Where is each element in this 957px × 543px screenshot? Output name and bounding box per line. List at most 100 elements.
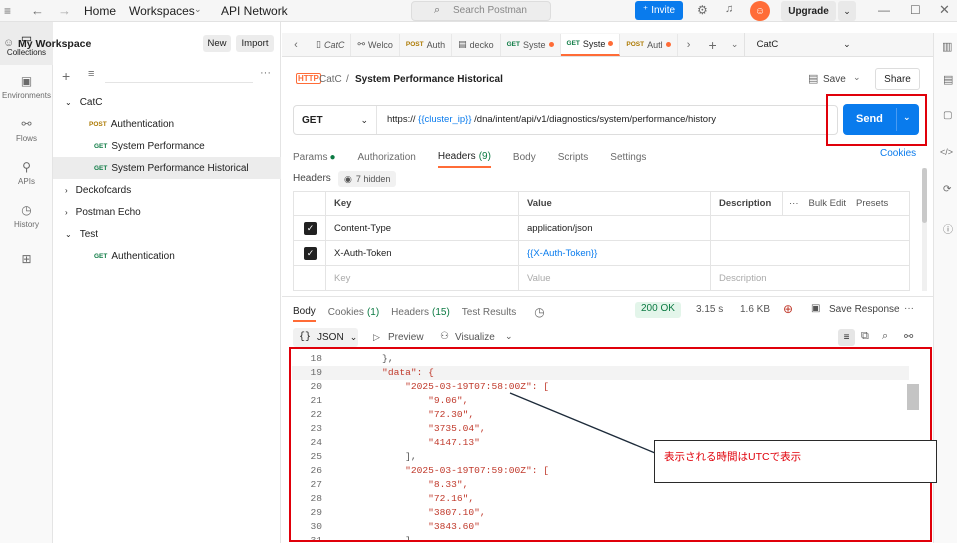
settings-gear-icon[interactable]: ⚙ — [697, 3, 708, 17]
tabs-scroll-right-icon[interactable]: › — [678, 39, 700, 51]
comments-icon[interactable]: ▢ — [943, 110, 952, 121]
tabs-scroll-left-icon[interactable]: ‹ — [282, 39, 310, 51]
tree-collection-test[interactable]: ⌄ Test — [53, 223, 281, 245]
forward-arrow-icon[interactable]: → — [58, 3, 71, 18]
save-chevron-icon[interactable]: ⌄ — [853, 72, 861, 83]
new-tab-icon[interactable]: + — [700, 37, 726, 53]
rail-apis[interactable]: ⚲ APIs — [0, 151, 53, 194]
row-enabled-checkbox[interactable]: ✓ — [304, 221, 317, 235]
upgrade-chevron-icon[interactable]: ⌄ — [838, 1, 856, 21]
rail-flows[interactable]: ⚯ Flows — [0, 108, 53, 151]
network-globe-icon[interactable]: ⊕ — [783, 302, 793, 316]
environment-select[interactable]: CatC ⌄ — [743, 32, 859, 57]
share-button[interactable]: Share — [875, 68, 920, 90]
tab-system-1[interactable]: GET Syste — [501, 33, 561, 56]
new-key-input[interactable]: Key — [326, 266, 519, 290]
tab-system-active[interactable]: GET Syste — [560, 33, 621, 56]
tab-catc[interactable]: ▯ CatC — [310, 33, 352, 56]
home-link[interactable]: Home — [84, 4, 116, 18]
menu-icon[interactable]: ≡ — [4, 4, 11, 18]
search-input[interactable]: ⌕ Search Postman — [411, 1, 551, 21]
tab-params[interactable]: Params ● — [293, 149, 336, 165]
history-icon[interactable]: ◷ — [534, 304, 544, 320]
link-icon[interactable]: ⚯ — [904, 330, 913, 343]
response-tab-tests[interactable]: Test Results — [462, 304, 516, 320]
header-key-cell[interactable]: X-Auth-Token — [326, 241, 519, 265]
tab-settings[interactable]: Settings — [610, 149, 646, 165]
row-enabled-checkbox[interactable]: ✓ — [304, 246, 317, 260]
tree-collection-postman-echo[interactable]: › Postman Echo — [53, 201, 281, 223]
tab-headers[interactable]: Headers (9) — [437, 146, 491, 168]
more-options-icon[interactable]: ··· — [904, 303, 914, 314]
visualize-chevron-icon[interactable]: ⌄ — [505, 331, 513, 342]
tab-body[interactable]: Body — [513, 149, 536, 165]
avatar[interactable]: ☺ — [750, 1, 770, 21]
tree-item-system-performance-historical[interactable]: GET System Performance Historical — [53, 157, 281, 179]
rail-history[interactable]: ◷ History — [0, 194, 53, 237]
tab-deckofcards[interactable]: ▤ decko — [452, 33, 501, 56]
response-tab-body[interactable]: Body — [293, 302, 316, 322]
save-response-button[interactable]: Save Response — [829, 304, 900, 315]
environment-quick-look-icon[interactable]: ▥ — [942, 40, 952, 53]
code-icon[interactable]: </> — [940, 147, 953, 157]
close-icon[interactable]: ✕ — [939, 2, 950, 18]
copy-icon[interactable]: ⧉ — [861, 330, 869, 343]
breadcrumb-parent[interactable]: CatC — [319, 74, 342, 85]
presets-menu[interactable]: Presets — [856, 198, 888, 209]
response-tab-cookies[interactable]: Cookies (1) — [328, 304, 379, 320]
new-button[interactable]: New — [203, 35, 231, 52]
wrap-lines-icon[interactable]: ≡ — [838, 329, 855, 346]
new-description-input[interactable]: Description — [711, 266, 909, 290]
rail-configure[interactable]: ⊞ — [0, 237, 53, 280]
format-select[interactable]: {} JSON ⌄ — [293, 328, 358, 347]
header-description-cell[interactable] — [711, 241, 909, 265]
more-options-icon[interactable]: ··· — [789, 198, 799, 209]
header-description-cell[interactable] — [711, 216, 909, 240]
status-badge[interactable]: 200 OK — [635, 302, 681, 318]
documentation-icon[interactable]: ▤ — [943, 73, 953, 86]
tab-scripts[interactable]: Scripts — [558, 149, 589, 165]
bulk-edit-link[interactable]: Bulk Edit — [809, 198, 847, 209]
rail-environments[interactable]: ▣ Environments — [0, 65, 53, 108]
method-select[interactable]: GET ⌄ — [294, 106, 377, 134]
preview-button[interactable]: Preview — [388, 332, 424, 343]
response-time[interactable]: 3.15 s — [696, 304, 723, 315]
new-value-input[interactable]: Value — [519, 266, 711, 290]
cookies-link[interactable]: Cookies — [880, 148, 916, 159]
visualize-button[interactable]: Visualize — [455, 332, 495, 343]
tree-collection-catc[interactable]: ⌄ CatC — [53, 91, 281, 113]
header-value-cell[interactable]: application/json — [519, 216, 711, 240]
tree-item-test-authentication[interactable]: GET Authentication — [53, 245, 281, 267]
bell-icon[interactable]: ♫ — [725, 3, 733, 15]
more-options-icon[interactable]: ··· — [260, 67, 271, 79]
response-tab-headers[interactable]: Headers (15) — [391, 304, 450, 320]
save-button[interactable]: Save — [823, 74, 846, 85]
header-value-cell[interactable]: {{X-Auth-Token}} — [519, 241, 711, 265]
response-size[interactable]: 1.6 KB — [740, 304, 770, 315]
api-network-link[interactable]: API Network — [221, 4, 288, 18]
workspaces-menu[interactable]: Workspaces — [129, 4, 195, 18]
request-scrollbar[interactable] — [922, 168, 927, 291]
tree-item-system-performance[interactable]: GET System Performance — [53, 135, 281, 157]
tabs-menu-chevron-icon[interactable]: ⌄ — [726, 39, 744, 50]
add-icon[interactable]: + — [62, 68, 70, 84]
header-key-cell[interactable]: Content-Type — [326, 216, 519, 240]
workspace-name[interactable]: My Workspace — [18, 38, 91, 50]
tree-item-authentication[interactable]: POST Authentication — [53, 113, 281, 135]
sidebar-search-input[interactable] — [105, 67, 253, 83]
back-arrow-icon[interactable]: ← — [31, 3, 44, 18]
tab-authorization[interactable]: Authorization — [358, 149, 416, 165]
send-chevron-icon[interactable]: ⌄ — [903, 112, 911, 123]
related-icon[interactable]: ⟳ — [943, 184, 951, 195]
tab-auth-2[interactable]: POST Autl — [620, 33, 678, 56]
hidden-headers-toggle[interactable]: ◉ 7 hidden — [338, 171, 397, 187]
tab-auth[interactable]: POST Auth — [400, 33, 453, 56]
pane-divider[interactable] — [282, 296, 933, 297]
search-icon[interactable]: ⌕ — [882, 330, 888, 343]
request-title[interactable]: System Performance Historical — [355, 74, 503, 85]
filter-icon[interactable]: ≡ — [88, 68, 94, 80]
minimize-icon[interactable]: — — [878, 3, 890, 17]
info-icon[interactable]: ⓘ — [943, 221, 953, 236]
maximize-icon[interactable]: ☐ — [910, 3, 921, 17]
send-button[interactable]: Send ⌄ — [843, 104, 919, 135]
